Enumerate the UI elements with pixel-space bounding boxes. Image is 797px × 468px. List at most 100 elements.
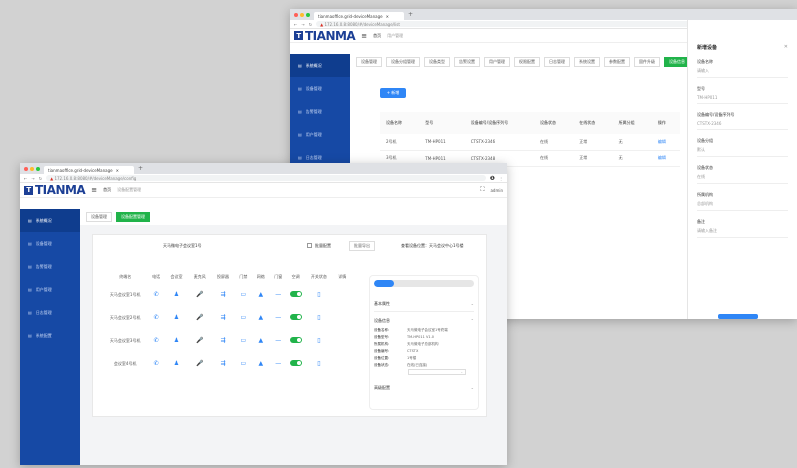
power-toggle[interactable] [289, 314, 302, 320]
phone-icon[interactable]: ✆ [154, 291, 159, 298]
terminal-row[interactable]: 天马会议室3号机 ✆ ♟ 🎤 ⇶ ▭ ▲ — ▯ [103, 329, 351, 352]
mic-icon[interactable]: 🎤 [196, 337, 203, 344]
page-tab[interactable]: 参数配置 [604, 57, 630, 67]
chevron-up-icon[interactable]: ⌃ [471, 318, 474, 324]
close-window-dot[interactable] [294, 12, 298, 17]
detail-select[interactable]: ⌄ [408, 369, 466, 375]
forward-arrow-icon[interactable]: → [31, 176, 34, 181]
filter-checkbox[interactable] [307, 243, 312, 248]
panel-confirm-button[interactable] [718, 314, 758, 319]
page-tab[interactable]: 设备管理 [86, 212, 112, 222]
reload-icon[interactable]: ↻ [39, 176, 42, 181]
batch-export-button[interactable]: 批量导出 [349, 241, 375, 251]
account-icon[interactable]: ❶ [490, 175, 495, 182]
window-icon[interactable]: — [275, 337, 281, 344]
back-arrow-icon[interactable]: ← [24, 176, 27, 181]
cast-icon[interactable]: ⇶ [220, 291, 225, 298]
browser-tab[interactable]: tianmaoffice.grid-deviceManage ✕ [314, 12, 404, 20]
sidebar-item[interactable]: ▤ 用户管理 [20, 278, 80, 301]
new-tab-icon[interactable]: + [408, 11, 413, 18]
sidebar-item[interactable]: ▤系统配置 [20, 324, 80, 347]
sidebar-item[interactable]: ▤ 用户管理 [290, 123, 350, 146]
cast-icon[interactable]: ⇶ [220, 360, 225, 367]
field-input[interactable]: TM-HP011 [697, 92, 788, 104]
sidebar-item[interactable]: ▤ 系统概况 [20, 209, 80, 232]
sidebar-item[interactable]: ▤ 系统概况 [290, 54, 350, 77]
door-icon[interactable]: ▭ [241, 291, 247, 298]
user-menu[interactable]: admin [490, 188, 503, 193]
mic-icon[interactable]: 🎤 [196, 360, 203, 367]
page-tab[interactable]: 设备分组管理 [386, 57, 420, 67]
page-tab[interactable]: 告警设置 [454, 57, 480, 67]
power-toggle[interactable] [289, 360, 302, 366]
door-icon[interactable]: ▭ [241, 314, 247, 321]
door-icon[interactable]: ▭ [241, 360, 247, 367]
sidebar-item[interactable]: ▤ 日志管理 [20, 301, 80, 324]
person-icon[interactable]: ♟ [174, 291, 179, 298]
chevron-down-icon[interactable]: ⌄ [471, 385, 474, 391]
detail-doc-icon[interactable]: ▯ [317, 314, 320, 321]
hamburger-icon[interactable]: ≡ [361, 32, 367, 40]
person-icon[interactable]: ♟ [174, 337, 179, 344]
edit-link[interactable]: 编辑 [652, 134, 680, 150]
phone-icon[interactable]: ✆ [154, 314, 159, 321]
back-arrow-icon[interactable]: ← [294, 22, 297, 27]
new-tab-icon[interactable]: + [138, 165, 143, 172]
fullscreen-icon[interactable]: ⛶ [480, 186, 484, 194]
detail-doc-icon[interactable]: ▯ [317, 291, 320, 298]
sidebar-item[interactable]: ▤ 设备管理 [290, 77, 350, 100]
minimize-window-dot[interactable] [300, 12, 304, 17]
browser-tab[interactable]: tianmaoffice.grid-deviceManage ✕ [44, 166, 134, 174]
sidebar-item[interactable]: ▤ 告警管理 [290, 100, 350, 123]
field-input[interactable]: 请输入 [697, 65, 788, 78]
phone-icon[interactable]: ✆ [154, 360, 159, 367]
menu-kebab-icon[interactable]: ⋮ [499, 176, 503, 181]
cast-icon[interactable]: ⇶ [220, 337, 225, 344]
page-tab[interactable]: 设备配置管理 [116, 212, 150, 222]
phone-icon[interactable]: ✆ [154, 337, 159, 344]
window-icon[interactable]: — [275, 360, 281, 367]
add-device-button[interactable]: + 新增 [380, 88, 406, 98]
window-icon[interactable]: — [275, 314, 281, 321]
field-input[interactable]: 总部机构 [697, 198, 788, 211]
reload-icon[interactable]: ↻ [309, 22, 312, 27]
table-row[interactable]: 2号机 TM-HP011 CTSTX-2346 在线 正常 无 编辑 [380, 134, 680, 150]
cast-icon[interactable]: ⇶ [220, 314, 225, 321]
hamburger-icon[interactable]: ≡ [91, 186, 97, 194]
window-controls[interactable] [294, 12, 310, 17]
maximize-window-dot[interactable] [36, 166, 40, 171]
batch-config-link[interactable]: 批量配置 [315, 243, 331, 249]
field-input[interactable]: 在线 [697, 171, 788, 184]
person-icon[interactable]: ♟ [174, 314, 179, 321]
page-tab[interactable]: 设备管理 [356, 57, 382, 67]
detail-doc-icon[interactable]: ▯ [317, 337, 320, 344]
device-info-section[interactable]: 设备信息 [374, 318, 390, 324]
page-tab[interactable]: 固件升级 [634, 57, 660, 67]
network-icon[interactable]: ▲ [258, 314, 263, 321]
field-input[interactable]: 请输入备注 [697, 225, 788, 238]
page-tab[interactable]: 日志管理 [544, 57, 570, 67]
basic-attr-section[interactable]: 基本属性 [374, 301, 390, 307]
detail-doc-icon[interactable]: ▯ [317, 360, 320, 367]
close-window-dot[interactable] [24, 166, 28, 171]
tab-close-icon[interactable]: ✕ [386, 14, 389, 19]
sidebar-item[interactable]: ▤ 设备管理 [20, 232, 80, 255]
advanced-section[interactable]: 高级配置 [374, 385, 390, 391]
url-field[interactable]: ▲ 172.16.0.8:8080/#/deviceManage/config [46, 175, 486, 181]
terminal-row[interactable]: 天马会议室2号机 ✆ ♟ 🎤 ⇶ ▭ ▲ — ▯ [103, 306, 351, 329]
terminal-row[interactable]: 天马会议室1号机 ✆ ♟ 🎤 ⇶ ▭ ▲ — ▯ [103, 283, 351, 306]
field-input[interactable]: 默认 [697, 144, 788, 157]
tab-close-icon[interactable]: ✕ [116, 168, 119, 173]
network-icon[interactable]: ▲ [258, 360, 263, 367]
page-tab[interactable]: 用户管理 [484, 57, 510, 67]
sidebar-item[interactable]: ▤ 告警管理 [20, 255, 80, 278]
mic-icon[interactable]: 🎤 [196, 314, 203, 321]
window-controls[interactable] [24, 166, 40, 171]
field-input[interactable]: CTSTX-2346 [697, 118, 788, 130]
person-icon[interactable]: ♟ [174, 360, 179, 367]
power-toggle[interactable] [289, 337, 302, 343]
terminal-row[interactable]: 会议室4号机 ✆ ♟ 🎤 ⇶ ▭ ▲ — ▯ [103, 352, 351, 375]
chevron-down-icon[interactable]: ⌄ [471, 301, 474, 307]
door-icon[interactable]: ▭ [241, 337, 247, 344]
power-toggle[interactable] [289, 291, 302, 297]
